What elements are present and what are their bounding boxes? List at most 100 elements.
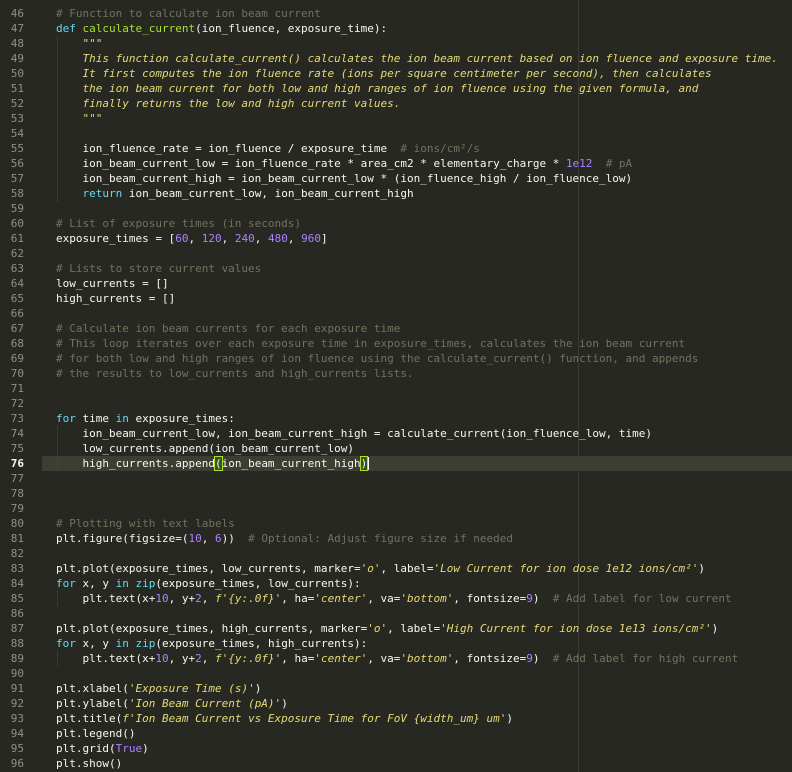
code-token: 'center' [314,592,368,605]
line-number: 82 [10,547,24,560]
line-number: 67 [10,322,24,335]
line-number: 60 [10,217,24,230]
code-line[interactable]: """ [56,111,102,126]
code-line[interactable]: for time in exposure_times: [56,411,235,426]
indent-guide [57,426,58,471]
code-line[interactable]: plt.ylabel('Ion Beam Current (pA)') [56,696,288,711]
code-line[interactable]: plt.xlabel('Exposure Time (s)') [56,681,261,696]
code-line[interactable]: low_currents.append(ion_beam_current_low… [56,441,354,456]
code-line[interactable]: # This loop iterates over each exposure … [56,336,685,351]
code-line[interactable]: # List of exposure times (in seconds) [56,216,301,231]
line-number: 96 [10,757,24,770]
code-token: # Add label for low current [552,592,732,605]
code-token: """ [56,37,103,50]
line-number: 92 [10,697,24,710]
code-token: # Plotting with text labels [56,517,235,530]
line-number: 46 [10,7,24,20]
code-token: 960 [301,232,321,245]
code-token: 2 [195,592,202,605]
code-token: def [56,22,76,35]
code-line[interactable]: # Lists to store current values [56,261,261,276]
code-line[interactable]: # Function to calculate ion beam current [56,6,321,21]
code-line[interactable]: ion_fluence_rate = ion_fluence / exposur… [56,141,479,156]
code-line[interactable]: This function calculate_current() calcul… [56,51,777,66]
line-number: 66 [10,307,24,320]
code-token: high_currents.append [56,457,215,470]
code-line[interactable]: exposure_times = [60, 120, 240, 480, 960… [56,231,328,246]
line-number: 94 [10,727,24,740]
code-token: 9 [526,652,533,665]
line-number: 63 [10,262,24,275]
code-token: # Function to calculate ion beam current [56,7,321,20]
code-token: , fontsize= [453,592,527,605]
code-line[interactable]: plt.text(x+10, y+2, f'{y:.0f}', ha='cent… [56,651,738,666]
code-token: 1e12 [565,157,593,170]
line-number: 53 [10,112,24,125]
code-line[interactable]: ion_beam_current_low, ion_beam_current_h… [56,426,652,441]
code-line[interactable]: plt.figure(figsize=(10, 6)) # Optional: … [56,531,513,546]
line-number: 75 [10,442,24,455]
code-line[interactable]: plt.grid(True) [56,741,149,756]
code-token: 480 [267,232,288,245]
code-token: plt.text(x+ [56,652,156,665]
code-line[interactable]: plt.text(x+10, y+2, f'{y:.0f}', ha='cent… [56,591,732,606]
line-number: 79 [10,502,24,515]
code-line[interactable]: ion_beam_current_low = ion_fluence_rate … [56,156,632,171]
code-token: 60 [175,232,189,245]
code-token: ion_beam_current_low, ion_beam_current_h… [122,187,414,200]
code-line[interactable]: # for both low and high ranges of ion fl… [56,351,698,366]
code-token: high_currents = [] [56,292,176,305]
code-token: ) [506,712,513,725]
code-token: # Calculate ion beam currents for each e… [56,322,401,335]
code-token: 'Ion Beam Current (pA)' [128,697,282,710]
code-token: exposure_times = [ [56,232,176,245]
code-token: ) [698,562,706,575]
code-line[interactable]: ion_beam_current_high = ion_beam_current… [56,171,632,186]
code-token: plt.plot(exposure_times, low_currents, m… [56,562,361,575]
code-token: ] [320,232,328,245]
line-number: 59 [10,202,24,215]
code-line[interactable]: high_currents = [] [56,291,175,306]
code-token: plt.ylabel( [56,697,129,710]
code-line[interactable]: low_currents = [] [56,276,169,291]
line-number: 81 [10,532,24,545]
code-line[interactable]: plt.legend() [56,726,135,741]
code-token: plt.legend() [56,727,136,740]
line-number: 65 [10,292,24,305]
code-line[interactable]: plt.plot(exposure_times, low_currents, m… [56,561,705,576]
indent-guide [57,651,58,666]
code-token: , [221,232,235,245]
code-line[interactable]: for x, y in zip(exposure_times, high_cur… [56,636,367,651]
code-token: calculate_current [82,22,196,35]
code-token: ) [532,592,553,605]
code-line[interactable]: """ [56,36,102,51]
code-line[interactable]: It first computes the ion fluence rate (… [56,66,711,81]
code-editor[interactable]: 46 47 48 49 50 51 52 53 54 55 56 57 58 59 60 61 62 63 64 65… [0,0,792,772]
code-line[interactable]: the ion beam current for both low and hi… [56,81,698,96]
code-token: finally returns the low and high current… [56,97,401,110]
code-token: , fontsize= [453,652,527,665]
code-token: (exposure_times, low_currents): [155,577,361,590]
code-token: 'Exposure Time (s)' [128,682,255,695]
code-line[interactable]: for x, y in zip(exposure_times, low_curr… [56,576,361,591]
code-line[interactable]: plt.plot(exposure_times, high_currents, … [56,621,718,636]
indent-guide [57,591,58,606]
line-number: 90 [10,667,24,680]
line-number: 86 [10,607,24,620]
line-number: 71 [10,382,24,395]
code-line[interactable]: finally returns the low and high current… [56,96,400,111]
code-line[interactable]: return ion_beam_current_low, ion_beam_cu… [56,186,414,201]
code-line[interactable]: plt.title(f'Ion Beam Current vs Exposure… [56,711,513,726]
code-token: 'center' [314,652,368,665]
code-line[interactable]: # Plotting with text labels [56,516,235,531]
code-line[interactable]: # Calculate ion beam currents for each e… [56,321,400,336]
code-token: , ha= [281,592,315,605]
code-token: time [75,412,116,425]
code-area[interactable]: # Function to calculate ion beam current… [56,0,792,772]
code-line[interactable]: # the results to low_currents and high_c… [56,366,414,381]
code-line[interactable]: plt.show() [56,756,122,771]
code-line[interactable]: high_currents.append(ion_beam_current_hi… [56,456,369,471]
code-line[interactable]: def calculate_current(ion_fluence, expos… [56,21,387,36]
